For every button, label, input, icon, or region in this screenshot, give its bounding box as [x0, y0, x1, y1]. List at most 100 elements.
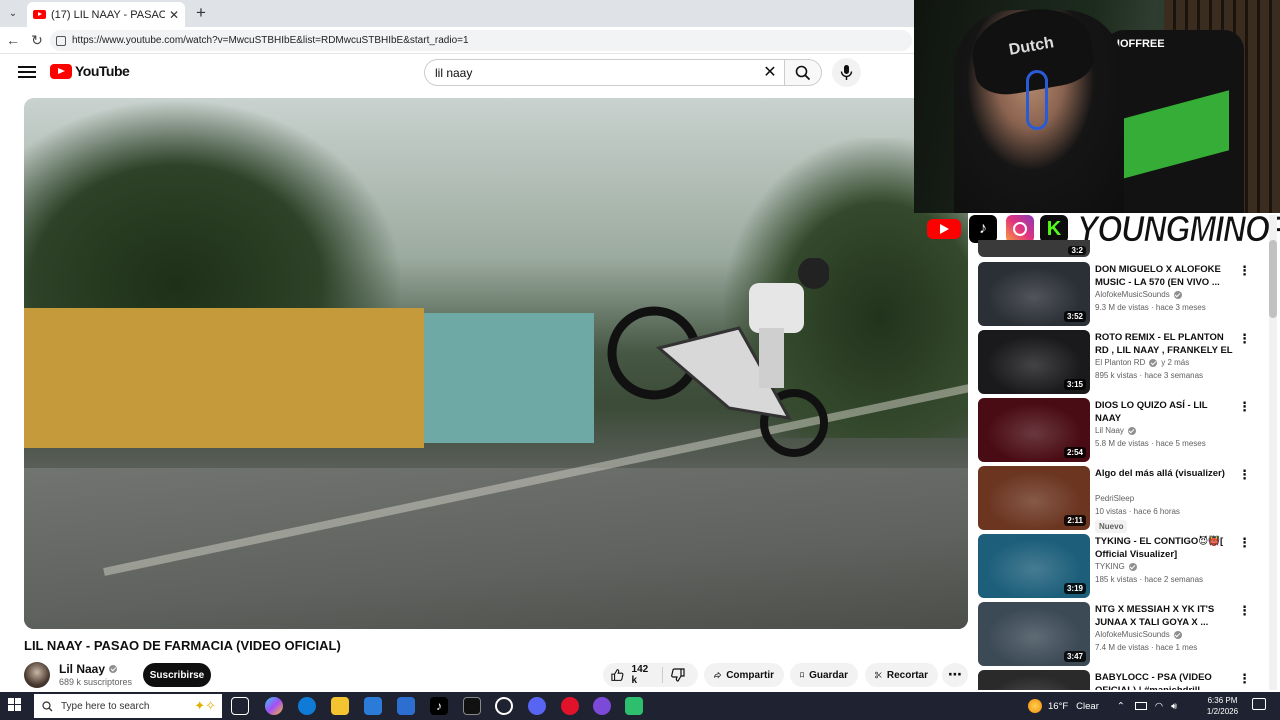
- video-options-icon[interactable]: ⋮: [1238, 672, 1251, 688]
- more-actions-button[interactable]: ⋯: [942, 663, 968, 687]
- recommended-channel[interactable]: PedriSleep: [1095, 494, 1134, 503]
- site-info-icon[interactable]: [56, 35, 66, 46]
- like-count: 142 k: [631, 664, 649, 686]
- file-explorer-icon[interactable]: [331, 697, 349, 715]
- search-button[interactable]: [784, 59, 822, 86]
- streaming-app-icon[interactable]: [593, 697, 611, 715]
- close-tab-icon[interactable]: ✕: [169, 8, 179, 22]
- instagram-social-icon: [1006, 215, 1034, 243]
- video-options-icon[interactable]: ⋮: [1238, 264, 1251, 280]
- search-input[interactable]: lil naay: [424, 59, 785, 86]
- subscribe-button[interactable]: Suscribirse: [143, 663, 211, 687]
- windows-start-icon[interactable]: [8, 698, 22, 712]
- recommended-video-title[interactable]: ROTO REMIX - EL PLANTON RD , LIL NAAY , …: [1095, 331, 1235, 357]
- back-arrow-icon[interactable]: ←: [4, 31, 22, 49]
- store-icon[interactable]: [364, 697, 382, 715]
- search-query: lil naay: [435, 65, 473, 80]
- volume-icon[interactable]: 🔊︎: [1171, 701, 1177, 712]
- taskbar-clock[interactable]: 6:36 PM 1/2/2026: [1200, 695, 1245, 717]
- new-tab-button[interactable]: +: [192, 3, 210, 23]
- weather-temperature[interactable]: 16°F: [1048, 701, 1068, 712]
- video-thumbnail[interactable]: 2:11: [978, 466, 1090, 530]
- video-thumbnail[interactable]: [978, 670, 1090, 690]
- discord-app-icon[interactable]: [528, 697, 546, 715]
- recommended-channel[interactable]: AlofokeMusicSounds: [1095, 630, 1182, 639]
- clip-button[interactable]: Recortar: [865, 663, 938, 687]
- youtube-logo[interactable]: YouTube: [50, 63, 130, 79]
- recommended-video-title[interactable]: BABYLOCC - PSA (VIDEO OFICIAL) | #manich…: [1095, 671, 1235, 690]
- capcut-app-icon[interactable]: [463, 697, 481, 715]
- video-options-icon[interactable]: ⋮: [1238, 332, 1251, 348]
- green-app-icon[interactable]: [625, 697, 643, 715]
- tray-overflow-chevron-icon[interactable]: ⌃: [1117, 701, 1125, 712]
- recommended-video-title[interactable]: NTG X MESSIAH X YK IT'S JUNAA X TALI GOY…: [1095, 603, 1235, 629]
- recommended-video-title[interactable]: TYKING - EL CONTIGO😈👹[ Official Visualiz…: [1095, 535, 1235, 561]
- recommended-video-title[interactable]: DIOS LO QUIZO ASÍ - LIL NAAY: [1095, 399, 1235, 425]
- recommended-video[interactable]: BABYLOCC - PSA (VIDEO OFICIAL) | #manich…: [978, 670, 1268, 690]
- browser-tab[interactable]: (17) LIL NAAY - PASAO DE FARMAC ✕: [27, 2, 185, 27]
- youtube-play-icon: [50, 63, 72, 79]
- hamburger-menu-icon[interactable]: [18, 64, 36, 80]
- wifi-icon[interactable]: ◠: [1155, 701, 1163, 712]
- opera-browser-icon[interactable]: [561, 697, 579, 715]
- url-field[interactable]: https://www.youtube.com/watch?v=MwcuSTBH…: [50, 30, 912, 51]
- subscriber-count: 689 k suscriptores: [59, 677, 133, 687]
- thumbs-up-icon: [611, 669, 624, 681]
- copilot-icon[interactable]: [265, 697, 283, 715]
- share-button[interactable]: Compartir: [704, 663, 784, 687]
- video-options-icon[interactable]: ⋮: [1238, 604, 1251, 620]
- obs-app-icon[interactable]: [495, 697, 513, 715]
- recommended-video-title[interactable]: DON MIGUELO X ALOFOKE MUSIC - LA 570 (EN…: [1095, 263, 1235, 289]
- battery-icon[interactable]: [1134, 702, 1147, 710]
- recommended-video[interactable]: 3:52 DON MIGUELO X ALOFOKE MUSIC - LA 570…: [978, 262, 1268, 326]
- recommended-video[interactable]: 3:15 ROTO REMIX - EL PLANTON RD , LIL NAA…: [978, 330, 1268, 394]
- verified-check-icon: [1128, 562, 1137, 571]
- clock-date: 1/2/2026: [1206, 707, 1239, 716]
- system-tray: 16°F Clear ⌃ ◠ 🔊︎: [1028, 694, 1177, 718]
- video-thumbnail[interactable]: 3:19: [978, 534, 1090, 598]
- video-options-icon[interactable]: ⋮: [1238, 400, 1251, 416]
- tiktok-app-icon[interactable]: ♪: [430, 697, 448, 715]
- recommended-video[interactable]: 2:54 DIOS LO QUIZO ASÍ - LIL NAAY Lil Naay…: [978, 398, 1268, 462]
- recommended-channel[interactable]: AlofokeMusicSounds: [1095, 290, 1182, 299]
- reload-icon[interactable]: ↻: [28, 31, 46, 49]
- mail-icon[interactable]: [397, 697, 415, 715]
- recommended-channel[interactable]: Lil Naay: [1095, 426, 1136, 435]
- recommended-channel[interactable]: TYKING: [1095, 562, 1137, 571]
- recommended-video[interactable]: 2:11 Algo del más allá (visualizer) PedriS…: [978, 466, 1268, 533]
- recommended-channel[interactable]: El Planton RD y 2 más: [1095, 358, 1189, 367]
- channel-avatar[interactable]: [24, 662, 50, 688]
- recommended-channel-name: AlofokeMusicSounds: [1095, 630, 1170, 639]
- weather-condition[interactable]: Clear: [1076, 701, 1099, 712]
- recommended-video[interactable]: 3:19 TYKING - EL CONTIGO😈👹[ Official Visu…: [978, 534, 1268, 598]
- weather-moon-icon[interactable]: [1028, 699, 1042, 713]
- recommended-video-title[interactable]: Algo del más allá (visualizer): [1095, 467, 1235, 480]
- video-options-icon[interactable]: ⋮: [1238, 536, 1251, 552]
- clear-search-icon[interactable]: ✕: [760, 63, 780, 83]
- taskbar-search-placeholder: Type here to search: [61, 700, 150, 712]
- save-button[interactable]: Guardar: [790, 663, 858, 687]
- channel-name[interactable]: Lil Naay: [59, 662, 118, 676]
- video-duration: 3:15: [1063, 379, 1086, 390]
- taskbar-search-box[interactable]: Type here to search ✦✧: [34, 694, 222, 718]
- video-thumbnail[interactable]: 2:54: [978, 398, 1090, 462]
- video-player[interactable]: [24, 98, 968, 629]
- video-thumbnail[interactable]: 3:47: [978, 602, 1090, 666]
- voice-search-button[interactable]: [832, 58, 861, 87]
- tab-list-dropdown-icon[interactable]: ⌄: [4, 4, 22, 22]
- video-thumbnail[interactable]: 3:52: [978, 262, 1090, 326]
- like-button[interactable]: 142 k: [603, 664, 663, 686]
- video-thumbnail[interactable]: 3:15: [978, 330, 1090, 394]
- sidebar-scrollbar-thumb[interactable]: [1269, 240, 1277, 318]
- recommended-channel-name: Lil Naay: [1095, 426, 1124, 435]
- task-view-icon[interactable]: [231, 697, 249, 715]
- save-label: Guardar: [809, 669, 848, 681]
- recommended-video[interactable]: 3:47 NTG X MESSIAH X YK IT'S JUNAA X TALI…: [978, 602, 1268, 666]
- video-options-icon[interactable]: ⋮: [1238, 468, 1251, 484]
- edge-browser-icon[interactable]: [298, 697, 316, 715]
- video-duration: 3:47: [1063, 651, 1086, 662]
- youtube-social-icon: [927, 219, 961, 239]
- video-title: LIL NAAY - PASAO DE FARMACIA (VIDEO OFIC…: [24, 638, 341, 653]
- notifications-icon[interactable]: [1252, 698, 1266, 710]
- dislike-button[interactable]: [663, 668, 698, 682]
